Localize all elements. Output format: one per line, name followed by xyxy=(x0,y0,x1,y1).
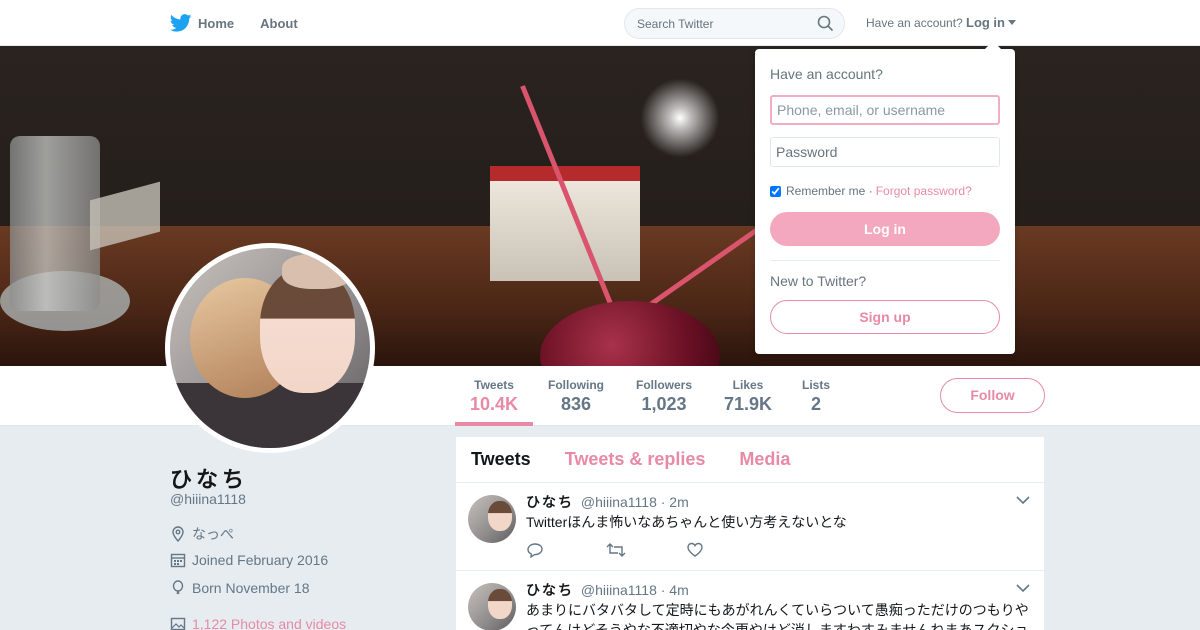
follow-button[interactable]: Follow xyxy=(940,378,1045,413)
image-icon xyxy=(170,617,186,630)
tweet-text: Twitterほんま怖いなあちゃんと使い方考えないとな xyxy=(526,514,847,530)
tab-tweets[interactable]: Tweets xyxy=(471,449,531,470)
tweet-author-name[interactable]: ひなち xyxy=(526,582,574,598)
reply-icon xyxy=(527,543,543,558)
profile-handle[interactable]: @hiiina1118 xyxy=(170,491,246,507)
search-box[interactable] xyxy=(624,8,845,39)
top-nav-bar: Home About Have an account? Log in xyxy=(0,0,1200,46)
profile-media-link[interactable]: 1,122 Photos and videos xyxy=(170,616,346,630)
twitter-bird-icon xyxy=(170,14,192,32)
tweet-text: あまりにバタバタして定時にもあがれんくていらついて愚痴っただけのつもりやってんけ… xyxy=(526,602,1029,630)
nav-home-label: Home xyxy=(198,15,235,31)
have-account-text: Have an account? xyxy=(866,16,963,30)
tab-media[interactable]: Media xyxy=(739,449,790,470)
stat-label: Likes xyxy=(732,378,764,392)
retweet-button[interactable] xyxy=(606,542,686,558)
stat-following[interactable]: Following 836 xyxy=(548,378,604,415)
reply-button[interactable] xyxy=(526,542,606,558)
retweet-icon xyxy=(606,543,626,557)
signup-button[interactable]: Sign up xyxy=(770,300,1000,334)
login-button[interactable]: Log in xyxy=(770,212,1000,246)
search-icon[interactable] xyxy=(817,15,834,32)
tweet-item[interactable]: ひなち @hiiina1118 · 2m Twitterほんま怖いなあちゃんと使… xyxy=(456,483,1044,571)
avatar-photo xyxy=(170,248,370,448)
tweet-avatar[interactable] xyxy=(468,495,516,543)
stat-tweets[interactable]: Tweets 10.4K xyxy=(470,378,518,415)
login-dropdown-toggle[interactable]: Log in xyxy=(966,15,1016,30)
tweet-header: ひなち @hiiina1118 · 2m xyxy=(526,492,689,512)
stat-label: Followers xyxy=(636,378,693,392)
avatar-photo-bow xyxy=(282,254,352,289)
tweet-header: ひなち @hiiina1118 · 4m xyxy=(526,580,689,600)
tab-tweets-replies[interactable]: Tweets & replies xyxy=(565,449,706,470)
tweet-actions xyxy=(526,542,766,558)
profile-location: なっぺ xyxy=(170,524,234,544)
tweet-author-name[interactable]: ひなち xyxy=(526,494,574,510)
username-field[interactable] xyxy=(770,95,1000,125)
profile-birthday: Born November 18 xyxy=(170,580,310,596)
tweet-author-handle[interactable]: @hiiina1118 xyxy=(581,582,657,598)
stat-value: 2 xyxy=(811,394,822,414)
nav-home[interactable]: Home xyxy=(170,14,234,32)
stat-likes[interactable]: Likes 71.9K xyxy=(724,378,772,415)
stat-label: Lists xyxy=(802,378,831,392)
login-dropdown-title: Have an account? xyxy=(770,66,883,82)
divider xyxy=(770,260,1000,261)
calendar-icon xyxy=(170,553,186,568)
nav-about[interactable]: About xyxy=(260,16,298,31)
remember-me-label[interactable]: Remember me xyxy=(786,184,865,198)
login-link-label: Log in xyxy=(966,15,1005,30)
stat-followers[interactable]: Followers 1,023 xyxy=(636,378,692,415)
active-stat-underline xyxy=(455,422,533,426)
login-dropdown: Have an account? Remember me · Forgot pa… xyxy=(755,41,1015,354)
banner-glass xyxy=(10,136,100,311)
heart-icon xyxy=(687,542,703,557)
tweet-time[interactable]: · 2m xyxy=(661,494,689,510)
tweet-item[interactable]: ひなち @hiiina1118 · 4m あまりにバタバタして定時にもあがれんく… xyxy=(456,571,1044,630)
remember-me-checkbox[interactable] xyxy=(770,185,781,197)
tweet-time[interactable]: · 4m xyxy=(661,582,689,598)
media-link-text[interactable]: 1,122 Photos and videos xyxy=(192,616,346,630)
new-to-twitter-text: New to Twitter? xyxy=(770,273,867,289)
profile-name[interactable]: ひなち xyxy=(170,462,248,494)
banner-sparkler xyxy=(630,46,730,166)
stat-value: 1,023 xyxy=(641,394,687,414)
location-pin-icon xyxy=(172,526,184,542)
stat-label: Following xyxy=(548,378,604,392)
profile-avatar[interactable] xyxy=(165,243,375,453)
profile-joined: Joined February 2016 xyxy=(170,552,328,568)
chevron-down-icon[interactable] xyxy=(1016,583,1030,593)
like-button[interactable] xyxy=(686,542,766,558)
timeline-tabs: Tweets Tweets & replies Media xyxy=(456,437,1044,483)
timeline: Tweets Tweets & replies Media ひなち @hiiin… xyxy=(456,437,1044,630)
chevron-down-icon[interactable] xyxy=(1016,495,1030,505)
password-field[interactable] xyxy=(770,137,1000,167)
stat-label: Tweets xyxy=(474,378,514,392)
separator-dot: · xyxy=(865,184,873,198)
tweet-author-handle[interactable]: @hiiina1118 xyxy=(581,494,657,510)
stat-lists[interactable]: Lists 2 xyxy=(802,378,830,415)
joined-text: Joined February 2016 xyxy=(192,552,329,568)
forgot-password-link[interactable]: Forgot password? xyxy=(876,184,972,198)
tweet-avatar[interactable] xyxy=(468,583,516,630)
location-text: なっぺ xyxy=(192,526,234,542)
balloon-icon xyxy=(172,580,184,595)
caret-down-icon xyxy=(1008,20,1016,25)
stat-value: 71.9K xyxy=(724,394,773,414)
stat-value: 836 xyxy=(560,394,592,414)
search-input[interactable] xyxy=(625,9,805,38)
stat-value: 10.4K xyxy=(470,394,519,414)
born-text: Born November 18 xyxy=(192,580,310,596)
avatar-photo-body xyxy=(170,383,370,448)
remember-me-row: Remember me · Forgot password? xyxy=(770,184,972,198)
